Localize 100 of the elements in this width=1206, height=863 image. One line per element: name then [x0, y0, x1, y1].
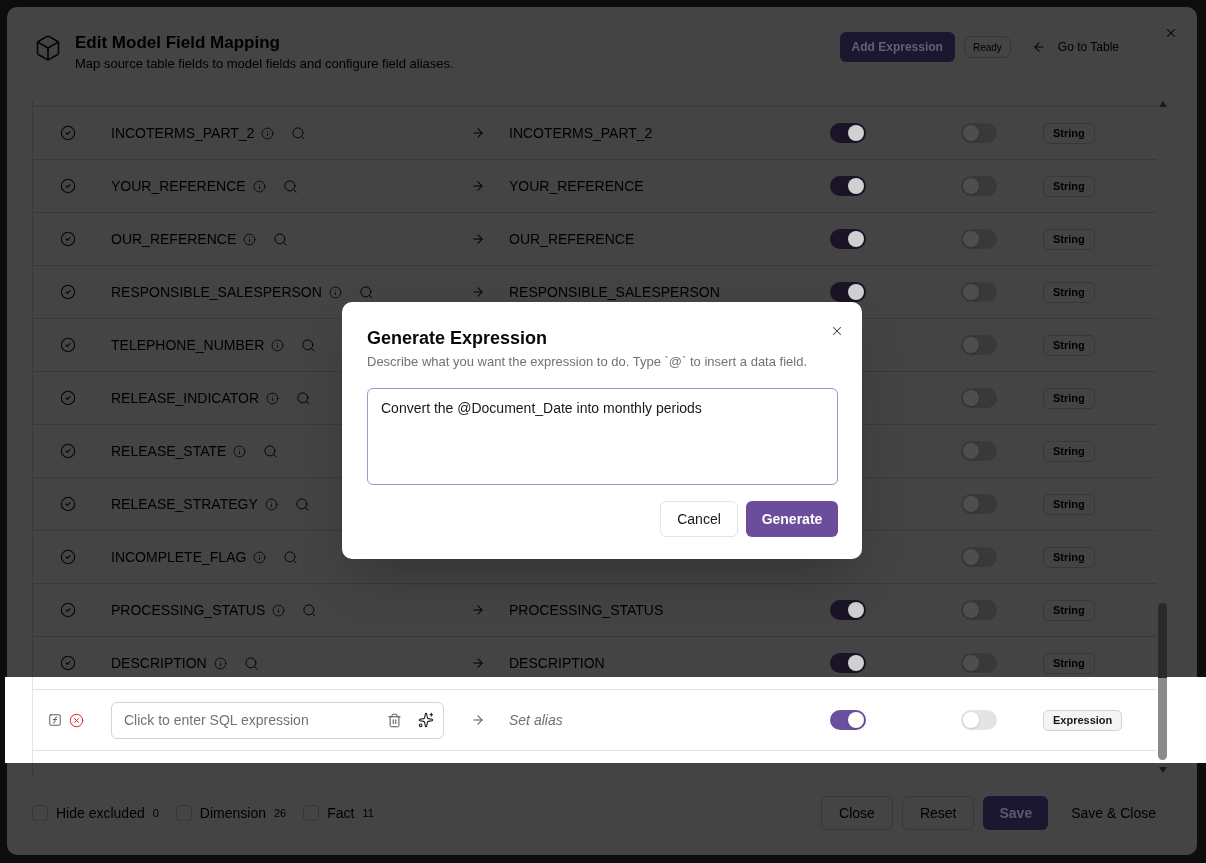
- check-circle-icon: [60, 125, 76, 141]
- toggle-switch[interactable]: [830, 123, 866, 143]
- search-icon[interactable]: [273, 231, 289, 247]
- info-icon[interactable]: [213, 656, 227, 670]
- type-badge: String: [1043, 281, 1095, 303]
- toggle-switch[interactable]: [830, 229, 866, 249]
- footer-button[interactable]: Reset: [901, 796, 975, 830]
- toggle-switch[interactable]: [961, 547, 997, 567]
- type-badge: String: [1043, 546, 1095, 568]
- target-field-name: INCOTERMS_PART_2: [509, 123, 653, 143]
- target-field-name: DESCRIPTION: [509, 653, 605, 673]
- check-circle-icon: [60, 602, 76, 618]
- toggle-switch[interactable]: [961, 494, 997, 514]
- check-circle-icon: [60, 549, 76, 565]
- search-icon[interactable]: [301, 337, 317, 353]
- footer-button[interactable]: Close: [821, 796, 893, 830]
- toggle-switch[interactable]: [961, 282, 997, 302]
- search-icon[interactable]: [283, 549, 299, 565]
- search-icon[interactable]: [296, 390, 312, 406]
- info-icon[interactable]: [272, 603, 286, 617]
- target-field-name: YOUR_REFERENCE: [509, 176, 644, 196]
- sparkles-icon[interactable]: [418, 712, 434, 728]
- type-badge: String: [1043, 493, 1095, 515]
- source-field-name: DESCRIPTION: [111, 653, 207, 673]
- scrollbar-thumb[interactable]: [1158, 603, 1167, 760]
- filter-count: 26: [274, 805, 287, 821]
- dialog-button[interactable]: Cancel: [660, 501, 738, 537]
- type-badge: String: [1043, 122, 1095, 144]
- check-circle-icon: [60, 178, 76, 194]
- search-icon[interactable]: [263, 443, 279, 459]
- source-field-name: RELEASE_STRATEGY: [111, 494, 258, 514]
- info-icon[interactable]: [252, 179, 266, 193]
- toggle-switch[interactable]: [830, 282, 866, 302]
- search-icon[interactable]: [282, 178, 298, 194]
- filter-label: Fact: [327, 803, 355, 823]
- sql-expression-field[interactable]: Click to enter SQL expression: [124, 709, 381, 731]
- trash-icon[interactable]: [387, 712, 402, 728]
- expression-input-box[interactable]: Click to enter SQL expression: [111, 701, 444, 739]
- info-icon[interactable]: [261, 126, 275, 140]
- toggle-switch[interactable]: [961, 441, 997, 461]
- type-badge: String: [1043, 440, 1095, 462]
- search-icon[interactable]: [291, 125, 307, 141]
- close-icon[interactable]: [830, 324, 844, 338]
- error-circle-icon[interactable]: [69, 712, 84, 728]
- toggle-switch[interactable]: [961, 176, 997, 196]
- filter-label: Dimension: [199, 803, 266, 823]
- target-field-name: PROCESSING_STATUS: [509, 600, 664, 620]
- go-to-table-link[interactable]: Go to Table: [1031, 38, 1119, 56]
- info-icon[interactable]: [266, 391, 280, 405]
- type-badge: String: [1043, 387, 1095, 409]
- info-icon[interactable]: [233, 444, 247, 458]
- search-icon[interactable]: [294, 496, 310, 512]
- toggle-switch[interactable]: [961, 653, 997, 673]
- source-field-name: RELEASE_INDICATOR: [111, 388, 260, 408]
- scroll-up-arrow-icon[interactable]: [1158, 101, 1167, 107]
- toggle-switch[interactable]: [830, 653, 866, 673]
- info-icon[interactable]: [271, 338, 285, 352]
- toggle-switch[interactable]: [961, 229, 997, 249]
- alias-field[interactable]: Set alias: [509, 709, 579, 731]
- prompt-field[interactable]: Convert the @Document_Date into monthly periods: [367, 388, 838, 485]
- check-circle-icon: [60, 655, 76, 671]
- arrow-left-icon: [1031, 40, 1046, 54]
- check-circle-icon: [60, 496, 76, 512]
- toggle-switch[interactable]: [961, 710, 997, 730]
- filter-count: 0: [152, 805, 159, 821]
- source-field-name: YOUR_REFERENCE: [111, 176, 246, 196]
- source-field-name: PROCESSING_STATUS: [111, 600, 266, 620]
- arrow-right-icon: [471, 285, 485, 299]
- source-field-name: RELEASE_STATE: [111, 441, 227, 461]
- check-circle-icon: [60, 443, 76, 459]
- info-icon[interactable]: [264, 497, 278, 511]
- info-icon[interactable]: [253, 550, 267, 564]
- source-field-name: INCOTERMS_PART_2: [111, 123, 255, 143]
- toggle-switch[interactable]: [830, 600, 866, 620]
- source-field-name: RESPONSIBLE_SALESPERSON: [111, 282, 322, 302]
- toggle-switch[interactable]: [961, 123, 997, 143]
- function-square-icon: [48, 713, 62, 727]
- footer-button[interactable]: Save & Close: [1057, 796, 1170, 830]
- toggle-switch[interactable]: [961, 388, 997, 408]
- toggle-switch[interactable]: [961, 335, 997, 355]
- scroll-down-arrow-icon[interactable]: [1158, 767, 1167, 773]
- footer-button[interactable]: Save: [983, 796, 1049, 830]
- source-field-name: OUR_REFERENCE: [111, 229, 237, 249]
- check-circle-icon: [60, 284, 76, 300]
- info-icon[interactable]: [243, 232, 257, 246]
- toggle-switch[interactable]: [830, 176, 866, 196]
- search-icon[interactable]: [358, 284, 374, 300]
- type-badge: String: [1043, 599, 1095, 621]
- search-icon[interactable]: [243, 655, 259, 671]
- type-badge: String: [1043, 175, 1095, 197]
- toggle-switch[interactable]: [961, 600, 997, 620]
- type-badge: String: [1043, 228, 1095, 250]
- status-badge: Ready: [963, 36, 1011, 58]
- info-icon[interactable]: [328, 285, 342, 299]
- search-icon[interactable]: [302, 602, 318, 618]
- add-expression-button[interactable]: Add Expression: [839, 32, 955, 62]
- generate-dialog-description: Describe what you want the expression to do. Type `@` to insert a data field.: [367, 353, 809, 371]
- toggle-switch[interactable]: [830, 710, 866, 730]
- dialog-button[interactable]: Generate: [746, 501, 838, 537]
- check-circle-icon: [60, 231, 76, 247]
